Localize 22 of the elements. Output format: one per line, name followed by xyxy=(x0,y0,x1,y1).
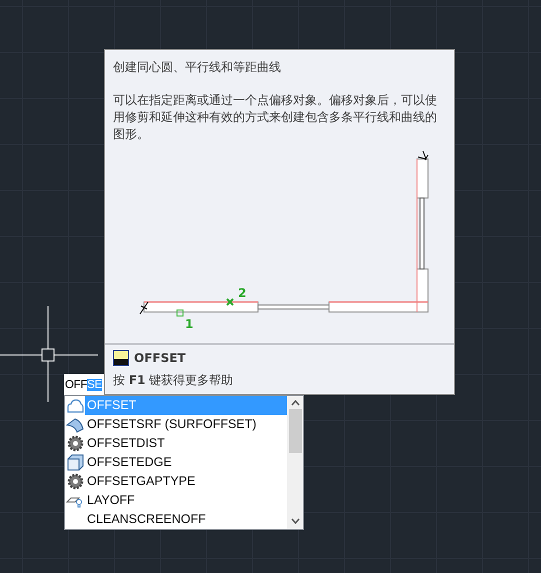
command-window-icon xyxy=(113,350,129,366)
point-label: 2 xyxy=(238,286,246,300)
tooltip-title: 创建同心圆、平行线和等距曲线 xyxy=(112,59,282,75)
point-label: 1 xyxy=(185,317,194,331)
scrollbar-thumb[interactable] xyxy=(288,409,302,453)
suggestion-item[interactable]: OFFSETDIST xyxy=(85,434,287,453)
suggestion-item[interactable]: LAYOFF xyxy=(85,491,287,510)
cloud-icon xyxy=(66,398,84,414)
suggestion-item[interactable]: OFFSETGAPTYPE xyxy=(85,472,287,491)
chevron-up-icon[interactable] xyxy=(290,400,300,406)
command-name: OFFSET xyxy=(134,351,186,365)
suggestion-item[interactable]: OFFSETSRF (SURFOFFSET) xyxy=(85,415,287,434)
gear-icon xyxy=(66,435,84,452)
help-hint: 按 F1 键获得更多帮助 xyxy=(113,372,234,389)
scrollbar[interactable] xyxy=(287,396,303,529)
chevron-down-icon[interactable] xyxy=(290,518,300,524)
suggestion-item[interactable]: CLEANSCREENOFF xyxy=(85,510,287,529)
suggestion-item[interactable]: OFFSETEDGE xyxy=(85,453,287,472)
gear-icon xyxy=(66,473,84,490)
curved-surface-icon xyxy=(66,416,84,432)
tooltip-description: 可以在指定距离或通过一个点偏移对象。偏移对象后，可以使用修剪和延伸这种有效的方式来创建包含多条平行线和曲线的图形。 xyxy=(112,92,438,143)
cube-icon xyxy=(66,454,84,471)
